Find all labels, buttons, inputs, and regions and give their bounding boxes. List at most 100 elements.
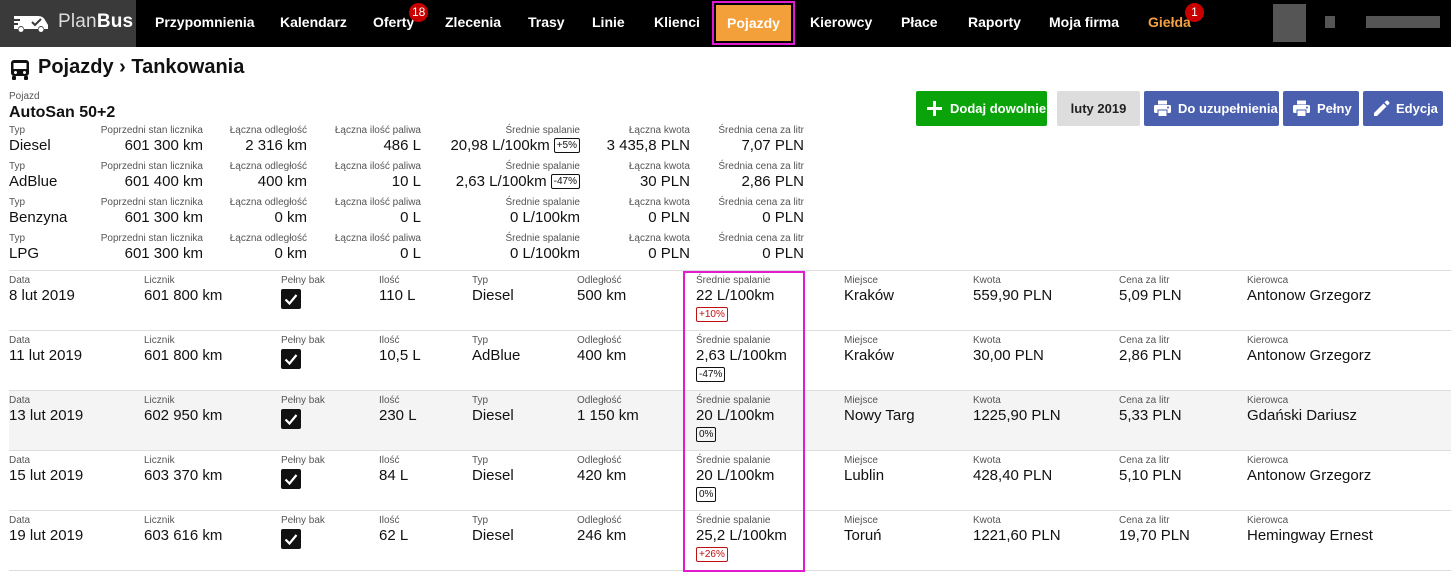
- gielda-badge: 1: [1185, 3, 1204, 22]
- nav-pojazdy-active[interactable]: Pojazdy: [712, 1, 795, 45]
- driver-label: Kierowca: [1247, 455, 1289, 466]
- nav-klienci[interactable]: Klienci: [654, 0, 700, 47]
- nav-gielda[interactable]: Giełda: [1148, 0, 1191, 47]
- checkmark-icon: [284, 474, 298, 486]
- full-tank-checkbox[interactable]: [281, 469, 301, 489]
- month-select-button[interactable]: luty 2019: [1057, 91, 1140, 126]
- total-distance-text: 400 km: [257, 173, 307, 190]
- price-per-liter-cell: Cena za litr 5,10 PLN: [1119, 455, 1182, 484]
- consumption-label: Średnie spalanie: [696, 395, 771, 406]
- full-tank-cell: Pełny bak: [281, 455, 325, 489]
- price-per-liter-label: Cena za litr: [1119, 335, 1170, 346]
- refuel-row[interactable]: Data 19 lut 2019 Licznik 603 616 km Pełny ba…: [9, 510, 1451, 570]
- nav-raporty[interactable]: Raporty: [968, 0, 1021, 47]
- prev-odometer-label: Poprzedni stan licznika: [100, 197, 203, 208]
- nav-kierowcy[interactable]: Kierowcy: [810, 0, 872, 47]
- avg-price-value: 7,07 PLN: [741, 137, 804, 154]
- nav-oferty[interactable]: Oferty: [373, 0, 414, 47]
- driver-value: Antonow Grzegorz: [1247, 347, 1372, 364]
- price-per-liter-value: 5,09 PLN: [1119, 287, 1182, 304]
- total-distance-label: Łączna odległość: [229, 161, 307, 172]
- print-refill-button[interactable]: Do uzupełnienia: [1144, 91, 1279, 126]
- oferty-badge: 18: [409, 3, 429, 22]
- quantity-label: Ilość: [379, 455, 400, 466]
- nav-zlecenia[interactable]: Zlecenia: [445, 0, 501, 47]
- place-label: Miejsce: [844, 335, 878, 346]
- consumption-delta-badge: -47%: [696, 367, 726, 382]
- distance-value: 246 km: [577, 527, 627, 544]
- total-distance-label: Łączna odległość: [229, 233, 307, 244]
- driver-label: Kierowca: [1247, 395, 1289, 406]
- full-tank-checkbox[interactable]: [281, 349, 301, 369]
- price-per-liter-value: 19,70 PLN: [1119, 527, 1190, 544]
- nav-kalendarz[interactable]: Kalendarz: [280, 0, 347, 47]
- user-menu[interactable]: [1366, 16, 1440, 28]
- refuel-row[interactable]: Data 13 lut 2019 Licznik 602 950 km Pełny ba…: [9, 390, 1451, 450]
- prev-odometer-value: 601 300 km: [125, 245, 203, 262]
- distance-cell: Odległość 500 km: [577, 275, 626, 304]
- total-fuel-label: Łączna ilość paliwa: [334, 161, 421, 172]
- full-tank-checkbox[interactable]: [281, 529, 301, 549]
- quantity-cell: Ilość 110 L: [379, 275, 415, 304]
- refuel-row[interactable]: Data 11 lut 2019 Licznik 601 800 km Pełny ba…: [9, 330, 1451, 390]
- quantity-label: Ilość: [379, 515, 400, 526]
- avg-consumption-value: 2,63 L/100km -47%: [456, 173, 580, 190]
- total-amount-text: 0 PLN: [648, 209, 690, 226]
- checkmark-icon: [284, 534, 298, 546]
- nav-trasy[interactable]: Trasy: [528, 0, 565, 47]
- avg-price-label: Średnia cena za litr: [718, 197, 804, 208]
- nav-moja-firma[interactable]: Moja firma: [1049, 0, 1119, 47]
- fuel-type-value: AdBlue: [472, 347, 521, 364]
- avg-consumption-text: 20,98 L/100km: [450, 137, 550, 154]
- date-label: Data: [9, 335, 31, 346]
- amount-value: 428,40 PLN: [973, 467, 1053, 484]
- fuel-type-label: Typ: [472, 395, 489, 406]
- full-tank-checkbox[interactable]: [281, 409, 301, 429]
- top-navbar: PlanBus Przypomnienia Kalendarz Oferty 1…: [0, 0, 1451, 47]
- refuel-row[interactable]: Data 15 lut 2019 Licznik 603 370 km Pełny ba…: [9, 450, 1451, 510]
- prev-odometer-text: 601 300 km: [124, 137, 203, 154]
- distance-label: Odległość: [577, 395, 622, 406]
- driver-label: Kierowca: [1247, 335, 1289, 346]
- driver-value: Antonow Grzegorz: [1247, 467, 1372, 484]
- bus-icon: [11, 60, 29, 80]
- print-full-button[interactable]: Pełny: [1283, 91, 1359, 126]
- consumption-label: Średnie spalanie: [696, 515, 771, 526]
- blurred-icon: [1325, 16, 1335, 28]
- edit-button[interactable]: Edycja: [1363, 91, 1443, 126]
- place-value: Lublin: [844, 467, 885, 484]
- distance-cell: Odległość 1 150 km: [577, 395, 639, 424]
- place-cell: Miejsce Kraków: [844, 275, 894, 304]
- driver-value: Hemingway Ernest: [1247, 527, 1373, 544]
- fuel-type-label: Typ: [9, 125, 26, 136]
- nav-linie[interactable]: Linie: [592, 0, 625, 47]
- nav-przypomnienia[interactable]: Przypomnienia: [155, 0, 255, 47]
- add-freely-button[interactable]: Dodaj dowolnie: [916, 91, 1047, 126]
- user-avatar[interactable]: [1273, 4, 1306, 42]
- odometer-label: Licznik: [144, 515, 175, 526]
- amount-cell: Kwota 30,00 PLN: [973, 335, 1044, 364]
- full-tank-checkbox[interactable]: [281, 289, 301, 309]
- nav-place[interactable]: Płace: [901, 0, 938, 47]
- odometer-value: 602 950 km: [144, 407, 223, 424]
- total-amount-text: 30 PLN: [639, 173, 690, 190]
- date-label: Data: [9, 275, 31, 286]
- total-fuel-value: 0 L: [400, 245, 421, 262]
- full-tank-label: Pełny bak: [281, 275, 325, 286]
- total-distance-value: 2 316 km: [245, 137, 307, 154]
- odometer-cell: Licznik 601 800 km: [144, 335, 222, 364]
- amount-cell: Kwota 559,90 PLN: [973, 275, 1052, 304]
- planbus-logo[interactable]: PlanBus: [0, 0, 136, 47]
- total-amount-value: 0 PLN: [648, 209, 690, 226]
- avg-consumption-label: Średnie spalanie: [505, 161, 581, 172]
- full-tank-label: Pełny bak: [281, 515, 325, 526]
- place-label: Miejsce: [844, 515, 878, 526]
- total-fuel-label: Łączna ilość paliwa: [334, 125, 421, 136]
- date-value: 19 lut 2019: [9, 527, 84, 544]
- place-cell: Miejsce Lublin: [844, 455, 884, 484]
- refuel-row[interactable]: Data 8 lut 2019 Licznik 601 800 km Pełny bak…: [9, 270, 1451, 330]
- total-amount-text: 0 PLN: [648, 245, 690, 262]
- avg-price-text: 7,07 PLN: [741, 137, 804, 154]
- date-cell: Data 11 lut 2019: [9, 335, 82, 364]
- total-distance-value: 0 km: [274, 245, 307, 262]
